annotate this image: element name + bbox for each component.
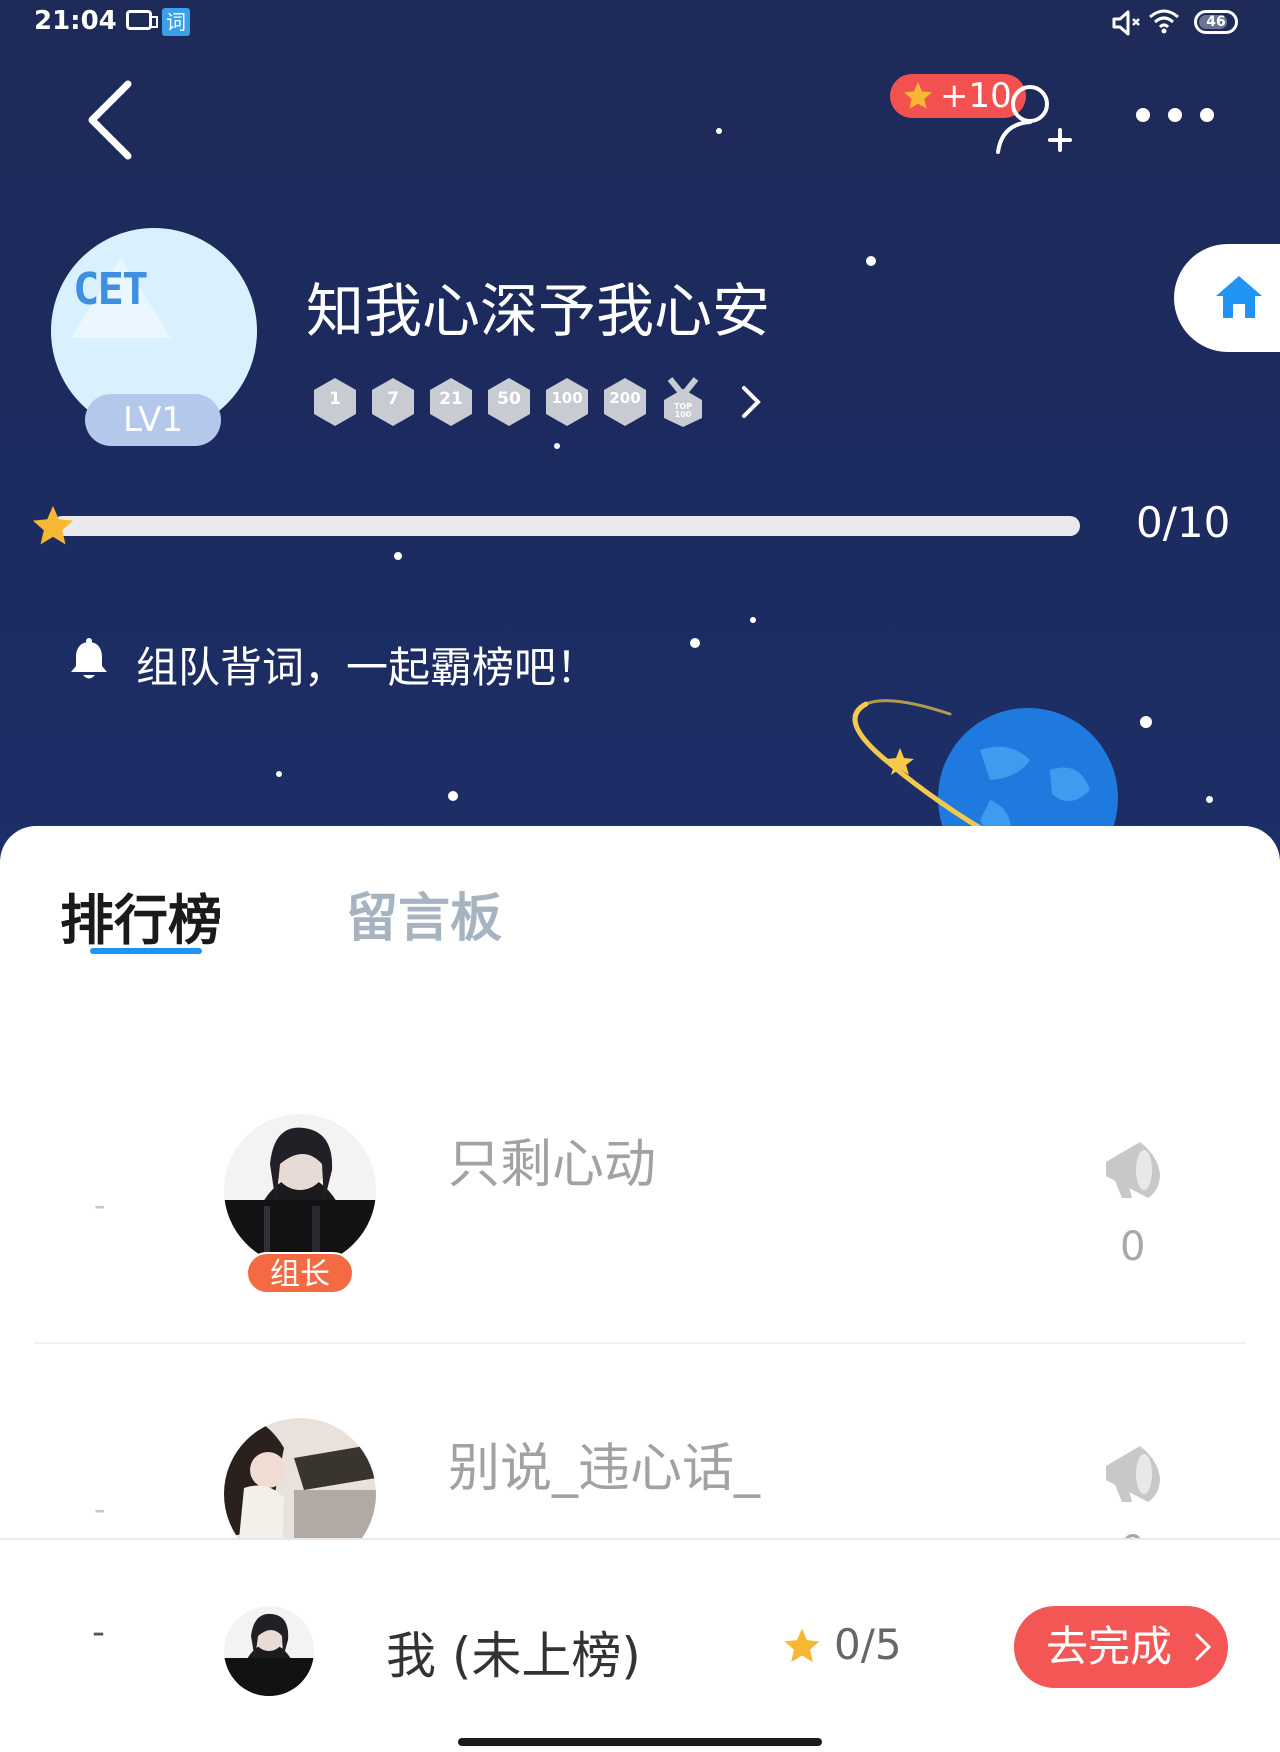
- medal-100: 100: [544, 377, 590, 427]
- decor-star: [1140, 716, 1152, 728]
- more-options-button[interactable]: [1136, 108, 1216, 130]
- leader-badge: 组长: [246, 1252, 354, 1294]
- decor-star: [750, 617, 756, 623]
- avatar: [224, 1114, 376, 1266]
- my-name: 我 (未上榜): [386, 1627, 641, 1685]
- medal-50: 50: [486, 377, 532, 427]
- decor-star: [448, 791, 458, 801]
- add-friend-icon[interactable]: [994, 82, 1072, 156]
- medal-200: 200: [602, 377, 648, 427]
- app-icon: 词: [162, 8, 190, 36]
- decor-star: [690, 638, 700, 648]
- chevron-right-icon: [1195, 1633, 1212, 1661]
- status-time: 21:04: [34, 6, 117, 36]
- member-name: 别说_违心话_: [448, 1439, 761, 1499]
- decor-star: [276, 771, 282, 777]
- status-bar: 21:04 词 46: [0, 0, 1280, 44]
- group-name: 知我心深予我心安: [306, 277, 771, 345]
- go-complete-label: 去完成: [1046, 1622, 1173, 1671]
- avatar: [224, 1606, 314, 1696]
- group-avatar-text: CET: [73, 264, 148, 315]
- my-score: 0/5: [834, 1620, 902, 1669]
- megaphone-icon[interactable]: [1100, 1134, 1170, 1204]
- chevron-right-icon[interactable]: [740, 384, 764, 420]
- home-icon: [1216, 276, 1262, 318]
- wifi-icon: [1149, 9, 1179, 34]
- member-name: 只剩心动: [448, 1135, 657, 1195]
- star-icon: [784, 1628, 820, 1662]
- megaphone-icon[interactable]: [1100, 1438, 1170, 1508]
- star-icon: [904, 82, 932, 109]
- more-dots-icon: [1136, 108, 1150, 122]
- decor-star: [716, 128, 722, 134]
- medal-21: 21: [428, 377, 474, 427]
- muted-speaker-icon: [1112, 10, 1140, 36]
- home-indicator[interactable]: [458, 1738, 822, 1746]
- my-rank-bar: - 我 (未上榜) 0/5 去完成: [0, 1538, 1280, 1752]
- go-complete-button[interactable]: 去完成: [1014, 1606, 1228, 1688]
- decor-star: [554, 443, 560, 449]
- decor-star: [866, 256, 876, 266]
- notice-text: 组队背词，一起霸榜吧！: [136, 643, 599, 692]
- more-dots-icon: [1168, 108, 1182, 122]
- medal-7: 7: [370, 377, 416, 427]
- group-progress-bar: [52, 516, 1080, 536]
- video-record-icon: [126, 10, 158, 30]
- divider: [34, 1342, 1246, 1344]
- active-tab-indicator: [90, 948, 202, 954]
- tab-leaderboard[interactable]: 排行榜: [60, 876, 222, 955]
- back-arrow-icon[interactable]: [86, 80, 146, 160]
- medal-1: 1: [312, 377, 358, 427]
- bell-icon: [71, 638, 107, 679]
- tab-message-board[interactable]: 留言板: [346, 876, 502, 951]
- like-count: 0: [1120, 1224, 1146, 1270]
- more-dots-icon: [1200, 108, 1214, 122]
- progress-text: 0/10: [1136, 498, 1231, 547]
- group-header: 21:04 词 46 +10 CET LV1 知我心深予我心安 1 7 21 5…: [0, 0, 1280, 860]
- my-rank-number: -: [92, 1612, 105, 1653]
- group-level-badge: LV1: [85, 394, 221, 446]
- decor-star: [1206, 796, 1213, 803]
- decor-star: [394, 552, 402, 560]
- star-icon: [32, 505, 74, 545]
- battery-icon: 46: [1194, 10, 1238, 34]
- list-item[interactable]: - 组长 只剩心动 0: [0, 1114, 1280, 1416]
- medal-top100: TOP 100: [660, 377, 706, 427]
- home-button[interactable]: [1174, 244, 1280, 352]
- rank-number: -: [94, 1490, 106, 1528]
- rank-number: -: [94, 1186, 106, 1224]
